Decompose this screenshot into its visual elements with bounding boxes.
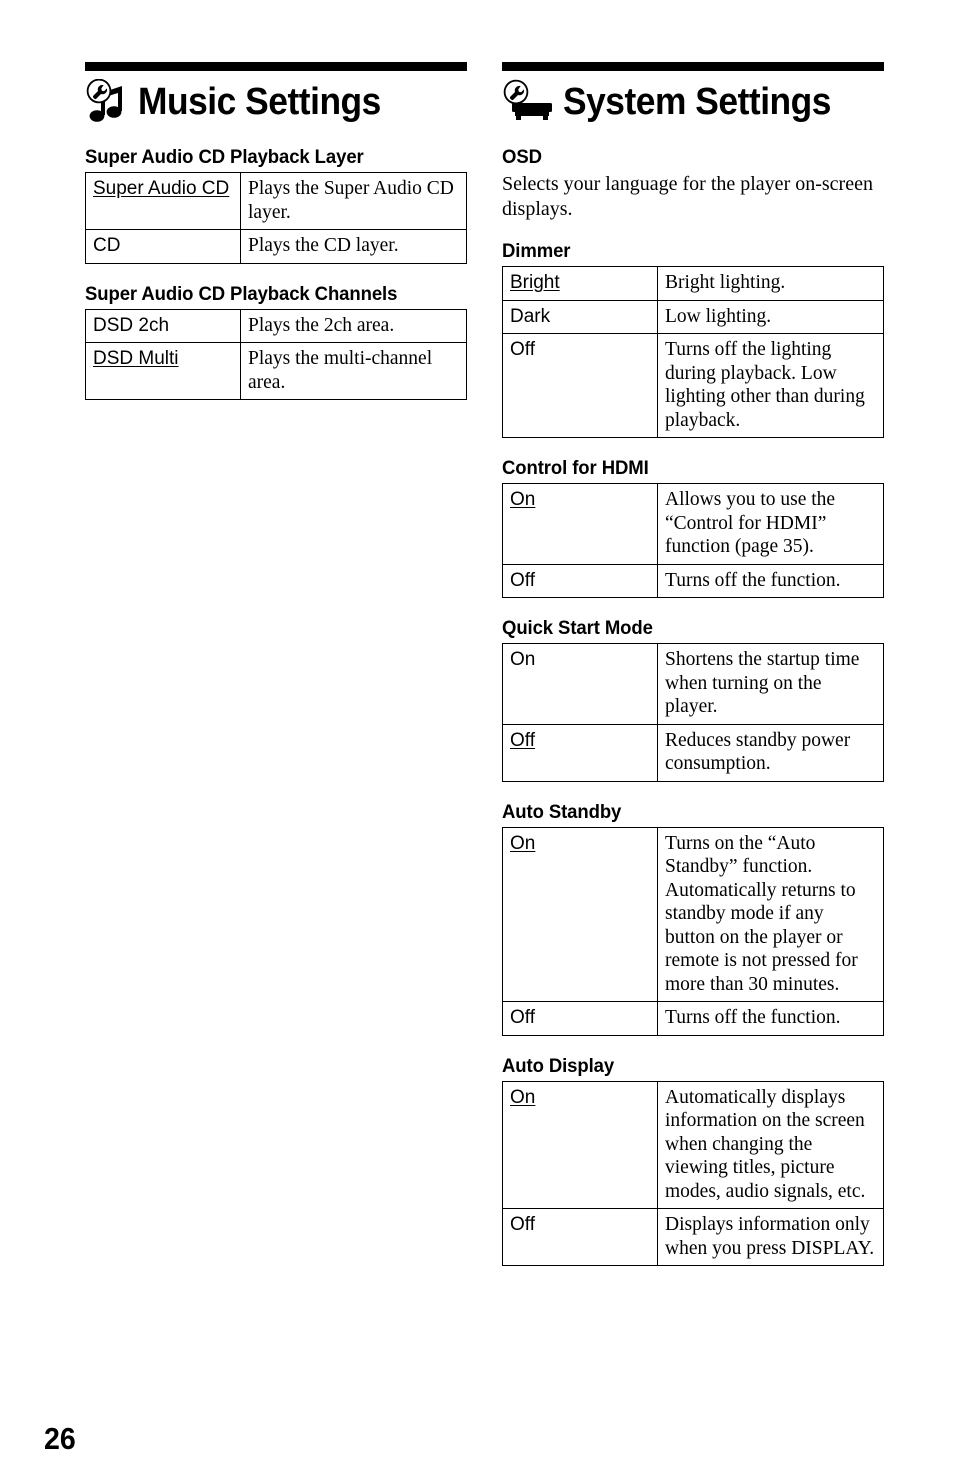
left-column: Music Settings Super Audio CD Playback L… [85,62,467,400]
table-row: CD Plays the CD layer. [85,229,467,264]
right-column: System Settings OSD Selects your languag… [502,62,884,1266]
option-key: Off [502,723,658,782]
option-key: Off [502,1001,658,1036]
table-row: Dark Low lighting. [502,299,884,334]
section-control-for-hdmi: Control for HDMI On Allows you to use th… [502,457,884,598]
options-table: Super Audio CD Plays the Super Audio CD … [85,172,467,264]
option-key: On [502,643,658,725]
section-heading: Super Audio CD Playback Channels [85,282,398,305]
section-heading: Super Audio CD Playback Layer [85,146,364,168]
option-key-text: Off [510,729,535,751]
chapter-rule-left [85,62,467,71]
table-row: On Allows you to use the “Control for HD… [502,483,884,565]
manual-page: Music Settings Super Audio CD Playback L… [0,0,954,1483]
option-key: CD [85,229,241,264]
option-value: Turns on the “Auto Standby” function. Au… [657,826,884,1002]
option-key: DSD 2ch [85,308,241,343]
section-super-audio-cd-playback-channels: Super Audio CD Playback Channels DSD 2ch… [85,282,467,400]
table-row: DSD Multi Plays the multi-channel area. [85,342,467,400]
chapter-heading-music: Music Settings [85,77,467,127]
option-value: Plays the Super Audio CD layer. [240,172,467,230]
option-key: Super Audio CD [85,172,241,230]
section-osd: OSD Selects your language for the player… [502,146,884,221]
section-dimmer: Dimmer Bright Bright lighting. Dark Low … [502,240,884,438]
table-row: On Automatically displays information on… [502,1080,884,1209]
section-heading: Control for HDMI [502,457,649,479]
option-value: Plays the multi-channel area. [240,342,467,400]
chapter-heading-system: System Settings [502,77,884,127]
options-table: Bright Bright lighting. Dark Low lightin… [502,266,884,438]
option-key: On [502,1080,658,1209]
table-row: Off Turns off the function. [502,1001,884,1036]
section-description: Selects your language for the player on-… [502,173,873,220]
music-note-wrench-icon [86,79,122,122]
section-super-audio-cd-playback-layer: Super Audio CD Playback Layer Super Audi… [85,146,467,264]
table-row: Off Displays information only when you p… [502,1208,884,1266]
option-key: On [502,826,658,1002]
options-table: On Automatically displays information on… [502,1080,884,1266]
section-auto-display: Auto Display On Automatically displays i… [502,1054,884,1266]
table-row: Off Turns off the lighting during playba… [502,333,884,438]
table-row: On Shortens the startup time when turnin… [502,643,884,725]
options-table: On Turns on the “Auto Standby” function.… [502,826,884,1036]
option-key-text: On [510,1086,536,1108]
section-heading: Auto Standby [502,800,622,823]
option-value: Plays the 2ch area. [240,308,467,343]
option-key: Off [502,333,658,438]
option-value: Automatically displays information on th… [657,1080,884,1209]
table-row: Off Turns off the function. [502,563,884,598]
option-value: Displays information only when you press… [657,1208,884,1266]
player-device-wrench-icon [503,79,552,120]
option-value: Low lighting. [657,299,884,334]
option-key-text: On [510,489,536,510]
option-value: Shortens the startup time when turning o… [657,643,884,725]
option-value: Plays the CD layer. [240,229,467,264]
option-key-text: DSD Multi [93,348,179,369]
table-row: On Turns on the “Auto Standby” function.… [502,826,884,1002]
option-value: Reduces standby power consumption. [657,723,884,782]
section-heading: Auto Display [502,1054,615,1077]
option-key: Dark [502,299,658,334]
options-table: DSD 2ch Plays the 2ch area. DSD Multi Pl… [85,308,467,400]
section-heading: OSD [502,146,542,168]
page-number: 26 [44,1421,76,1456]
section-quick-start-mode: Quick Start Mode On Shortens the startup… [502,617,884,782]
option-value: Turns off the lighting during playback. … [657,333,884,438]
chapter-title-text: System Settings [563,81,831,123]
option-key-text: Super Audio CD [93,178,230,199]
options-table: On Shortens the startup time when turnin… [502,643,884,782]
option-key: DSD Multi [85,342,241,400]
table-row: DSD 2ch Plays the 2ch area. [85,308,467,343]
option-key: Bright [502,266,658,301]
option-key-text: Bright [510,272,560,293]
option-key: Off [502,1208,658,1266]
option-key: On [502,483,658,565]
table-row: Off Reduces standby power consumption. [502,723,884,782]
option-value: Turns off the function. [657,563,884,598]
option-value: Allows you to use the “Control for HDMI”… [657,483,884,565]
section-heading: Quick Start Mode [502,617,653,639]
chapter-title-text: Music Settings [138,81,381,123]
option-key: Off [502,563,658,598]
section-auto-standby: Auto Standby On Turns on the “Auto Stand… [502,801,884,1036]
options-table: On Allows you to use the “Control for HD… [502,483,884,598]
option-value: Bright lighting. [657,266,884,301]
section-heading: Dimmer [502,240,571,262]
option-value: Turns off the function. [657,1001,884,1036]
chapter-rule-right [502,62,884,71]
option-key-text: On [510,832,536,854]
table-row: Super Audio CD Plays the Super Audio CD … [85,172,467,230]
table-row: Bright Bright lighting. [502,266,884,301]
